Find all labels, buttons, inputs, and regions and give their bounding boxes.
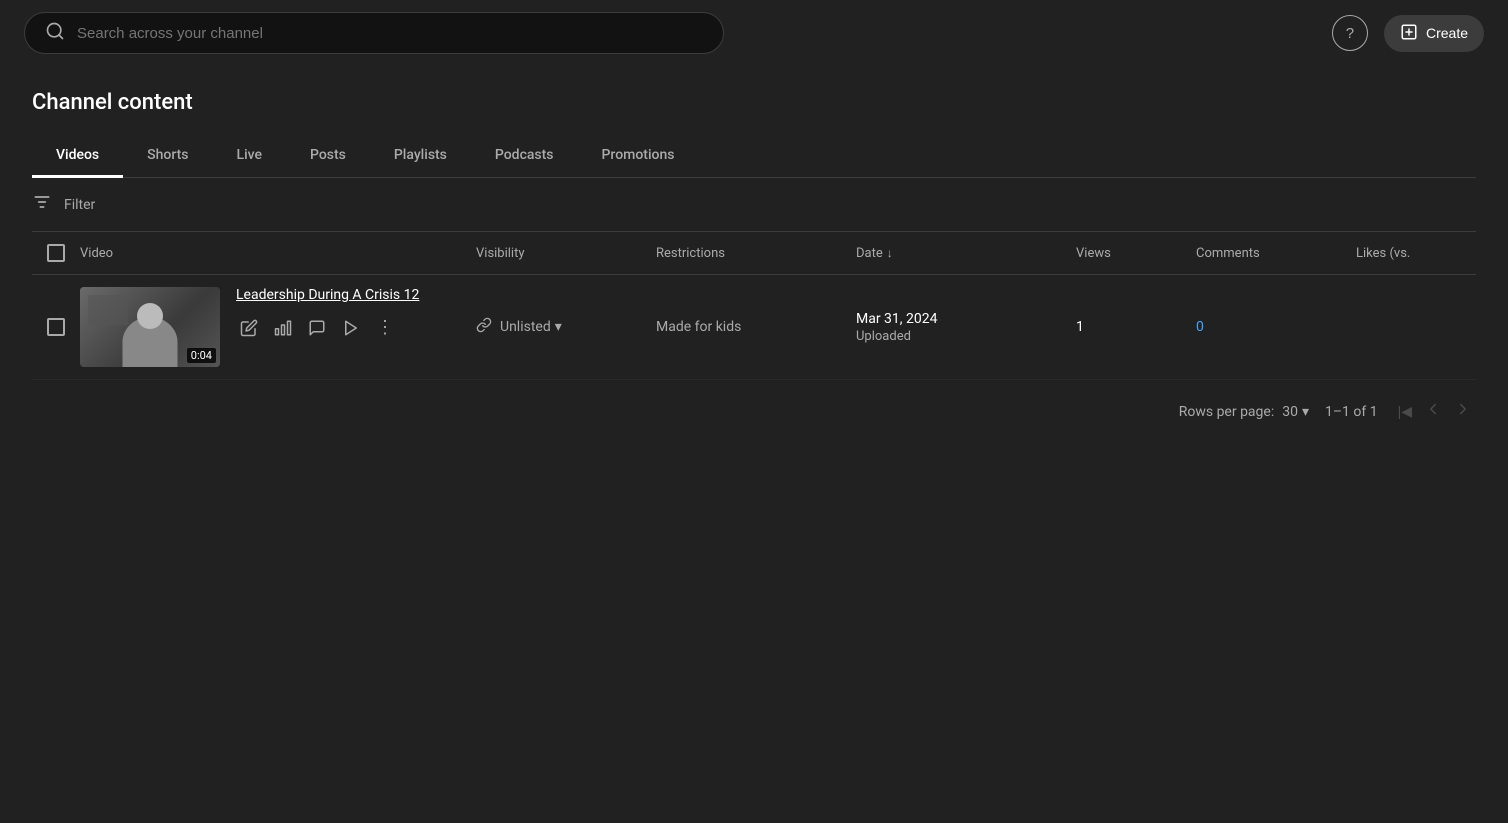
topbar: ? Create [0,0,1508,66]
rows-per-page-label: Rows per page: [1179,404,1274,420]
page-nav: |◀ [1394,396,1476,427]
first-page-button[interactable]: |◀ [1394,399,1416,424]
pagination: Rows per page: 30 ▾ 1–1 of 1 |◀ [32,380,1476,443]
table-header: Video Visibility Restrictions Date ↓ Vie… [32,232,1476,275]
tab-promotions[interactable]: Promotions [578,135,699,178]
views-cell: 1 [1076,319,1196,335]
row-checkbox-cell[interactable] [32,318,80,336]
header-video: Video [80,246,476,261]
page-info: 1–1 of 1 [1325,404,1378,420]
chevron-down-icon: ▾ [555,319,562,335]
header-views: Views [1076,246,1196,261]
edit-button[interactable] [236,315,262,341]
video-info: Leadership During A Crisis 12 [236,287,419,342]
create-icon [1400,23,1418,44]
tab-videos[interactable]: Videos [32,135,123,178]
header-visibility: Visibility [476,246,656,261]
video-actions: ⋮ [236,313,419,342]
next-page-button[interactable] [1450,396,1476,427]
comments-cell: 0 [1196,319,1356,335]
rows-per-page-value: 30 [1282,404,1298,420]
visibility-cell: Unlisted ▾ [476,317,656,337]
search-bar[interactable] [24,12,724,54]
row-checkbox[interactable] [47,318,65,336]
more-options-button[interactable]: ⋮ [372,313,398,342]
filter-bar: Filter [32,178,1476,232]
filter-icon[interactable] [32,192,52,217]
restrictions-cell: Made for kids [656,319,856,335]
date-sub: Uploaded [856,329,1076,344]
rows-per-page-chevron: ▾ [1302,404,1309,420]
video-duration: 0:04 [187,348,216,363]
filter-label[interactable]: Filter [64,197,95,213]
video-cell: 0:04 Leadership During A Crisis 12 [80,287,476,367]
tab-playlists[interactable]: Playlists [370,135,471,178]
help-button[interactable]: ? [1332,15,1368,51]
tab-live[interactable]: Live [213,135,286,178]
tab-posts[interactable]: Posts [286,135,370,178]
search-input[interactable] [77,25,703,42]
thumbnail-wrap: 0:04 [80,287,220,367]
create-button[interactable]: Create [1384,15,1484,52]
date-sort-icon: ↓ [887,246,893,260]
main-content: Channel content Videos Shorts Live Posts… [0,90,1508,443]
header-likes: Likes (vs. [1356,246,1476,261]
prev-page-button[interactable] [1420,396,1446,427]
tabs-nav: Videos Shorts Live Posts Playlists Podca… [32,135,1476,178]
create-label: Create [1426,25,1468,41]
tab-shorts[interactable]: Shorts [123,135,212,178]
tab-podcasts[interactable]: Podcasts [471,135,578,178]
header-date[interactable]: Date ↓ [856,246,1076,261]
link-icon [476,317,492,337]
search-icon [45,21,65,45]
rows-per-page: Rows per page: 30 ▾ [1179,404,1309,420]
date-main: Mar 31, 2024 [856,311,1076,327]
comments-button[interactable] [304,315,330,341]
visibility-label: Unlisted [500,319,551,335]
topbar-right: ? Create [1332,15,1484,52]
visibility-dropdown[interactable]: Unlisted ▾ [500,319,562,335]
page-title: Channel content [32,90,1476,115]
table-row: 0:04 Leadership During A Crisis 12 [32,275,1476,380]
date-cell: Mar 31, 2024 Uploaded [856,311,1076,344]
rows-per-page-select[interactable]: 30 ▾ [1282,404,1309,420]
watch-button[interactable] [338,315,364,341]
analytics-button[interactable] [270,315,296,341]
select-all-checkbox[interactable] [47,244,65,262]
header-checkbox-cell[interactable] [32,244,80,262]
header-restrictions: Restrictions [656,246,856,261]
video-title[interactable]: Leadership During A Crisis 12 [236,287,419,303]
header-comments: Comments [1196,246,1356,261]
